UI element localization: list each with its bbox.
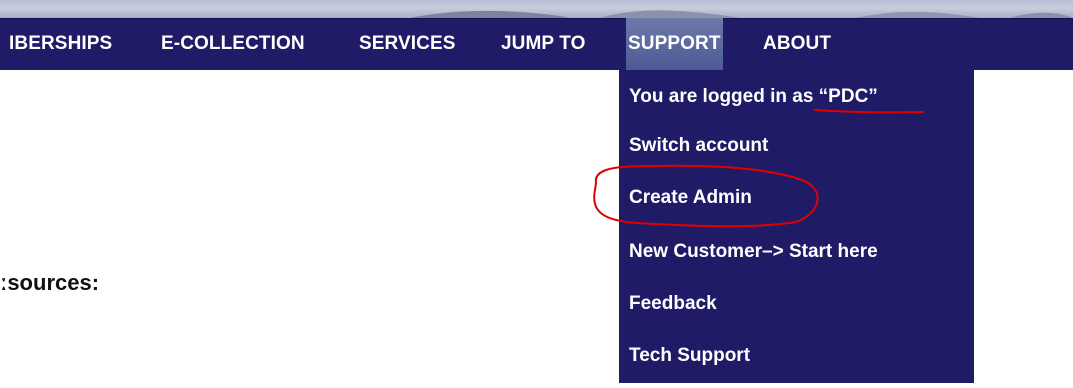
dropdown-item-logged-in: You are logged in as “PDC” <box>629 86 878 107</box>
support-dropdown-menu: You are logged in as “PDC” Switch accoun… <box>619 70 974 383</box>
dropdown-item-switch-account[interactable]: Switch account <box>629 131 964 161</box>
header-banner <box>0 0 1073 18</box>
nav-item-about[interactable]: ABOUT <box>763 18 831 70</box>
nav-item-support[interactable]: SUPPORT <box>626 18 723 70</box>
resources-heading: ːsources: <box>0 270 100 295</box>
main-nav-bar: IBERSHIPS E-COLLECTION SERVICES JUMP TO … <box>0 18 1073 70</box>
nav-item-jump-to[interactable]: JUMP TO <box>501 18 585 70</box>
nav-item-services[interactable]: SERVICES <box>359 18 456 70</box>
nav-item-memberships[interactable]: IBERSHIPS <box>9 18 112 70</box>
dropdown-item-feedback[interactable]: Feedback <box>629 289 964 319</box>
nav-item-e-collection[interactable]: E-COLLECTION <box>161 18 305 70</box>
dropdown-item-tech-support[interactable]: Tech Support <box>629 341 964 371</box>
header-artwork <box>410 10 1073 18</box>
dropdown-item-create-admin[interactable]: Create Admin <box>629 183 964 213</box>
page: IBERSHIPS E-COLLECTION SERVICES JUMP TO … <box>0 0 1073 388</box>
dropdown-item-new-customer[interactable]: New Customer–> Start here <box>629 237 964 267</box>
